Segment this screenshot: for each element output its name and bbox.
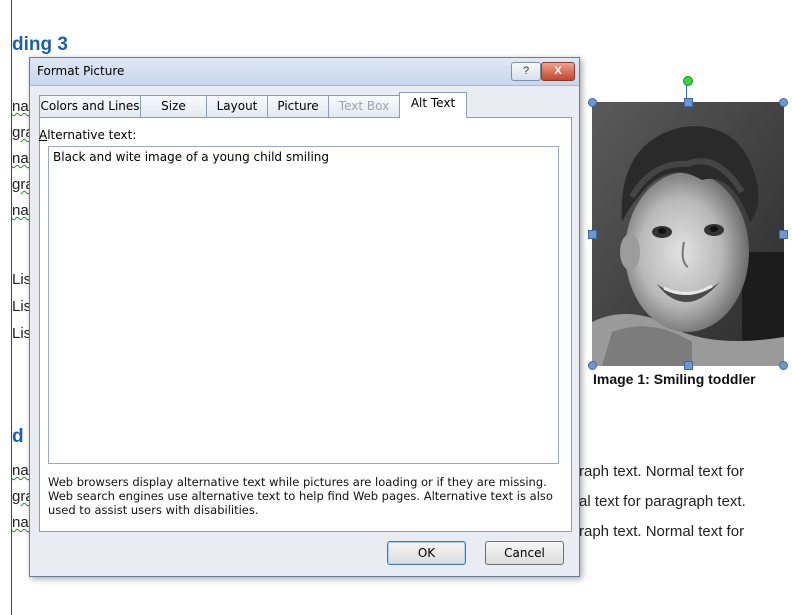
- toddler-photo: [592, 102, 784, 366]
- tab-alt-text[interactable]: Alt Text: [399, 92, 467, 118]
- ok-button[interactable]: OK: [387, 541, 466, 565]
- tab-colors-and-lines[interactable]: Colors and Lines: [39, 95, 141, 117]
- heading-3: ding 3: [12, 34, 68, 55]
- tab-picture[interactable]: Picture: [267, 95, 329, 117]
- heading-fragment: d: [12, 426, 24, 447]
- close-button[interactable]: X: [541, 62, 575, 81]
- resize-handle-bottom-left[interactable]: [588, 361, 597, 370]
- tab-text-box: Text Box: [328, 95, 400, 117]
- format-picture-dialog: Format Picture ? X Colors and Lines Size…: [29, 57, 580, 577]
- help-icon: ?: [522, 65, 530, 77]
- image-caption: Image 1: Smiling toddler: [593, 371, 756, 387]
- label-text: lternative text:: [47, 128, 137, 142]
- dialog-titlebar[interactable]: Format Picture ? X: [30, 58, 579, 86]
- close-icon: X: [554, 65, 562, 77]
- cancel-button[interactable]: Cancel: [485, 541, 564, 565]
- help-button[interactable]: ?: [511, 62, 541, 81]
- body-text-line: raph text. Normal text for: [579, 523, 745, 540]
- body-text-line: raph text. Normal text for: [579, 463, 745, 480]
- alternative-text-input[interactable]: Black and wite image of a young child sm…: [48, 146, 559, 464]
- tab-layout[interactable]: Layout: [206, 95, 268, 117]
- label-mnemonic: A: [39, 128, 48, 142]
- resize-handle-top-right[interactable]: [779, 98, 788, 107]
- body-text-line: al text for paragraph text.: [579, 493, 746, 510]
- resize-handle-bottom-right[interactable]: [779, 361, 788, 370]
- tab-size[interactable]: Size: [140, 95, 207, 117]
- resize-handle-top[interactable]: [684, 98, 693, 107]
- resize-handle-right[interactable]: [779, 230, 788, 239]
- resize-handle-top-left[interactable]: [588, 98, 597, 107]
- alt-text-help: Web browsers display alternative text wh…: [48, 475, 553, 517]
- dialog-title: Format Picture: [37, 64, 125, 78]
- alternative-text-label: Alternative text:: [39, 128, 136, 142]
- rotation-handle[interactable]: [683, 76, 693, 86]
- resize-handle-bottom[interactable]: [684, 361, 693, 370]
- resize-handle-left[interactable]: [588, 230, 597, 239]
- selected-picture[interactable]: [588, 98, 788, 370]
